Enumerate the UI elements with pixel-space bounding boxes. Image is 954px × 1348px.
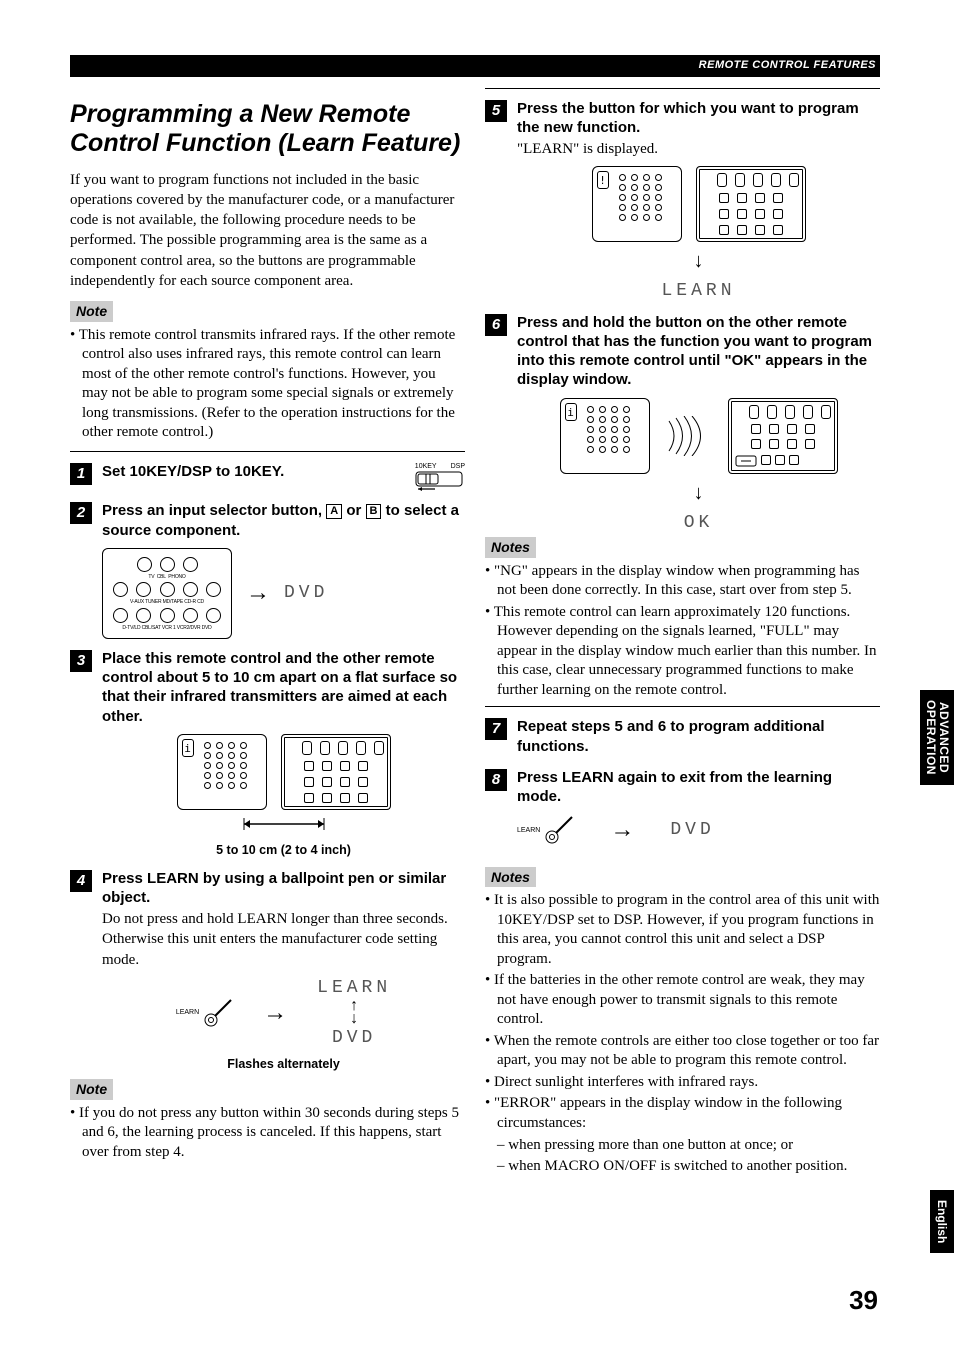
note-item: If you do not press any button within 30… — [70, 1104, 465, 1163]
step-badge: 3 — [70, 650, 92, 672]
step-badge: 5 — [485, 100, 507, 122]
step-heading: Set 10KEY/DSP to 10KEY. — [102, 462, 395, 481]
header-section-label: REMOTE CONTROL FEATURES — [699, 58, 876, 73]
learn-button-icon: LEARN — [517, 815, 574, 845]
switch-label-right: DSP — [451, 462, 465, 471]
step-badge: 1 — [70, 463, 92, 485]
display-panel-icon — [281, 734, 391, 810]
lcd-display: DVD — [670, 818, 714, 842]
step-2: 2 Press an input selector button, A or B… — [70, 501, 465, 541]
distance-arrow-icon — [194, 816, 374, 832]
step-5-lcd: LEARN — [517, 248, 880, 303]
step-6-lcd: OK — [517, 480, 880, 535]
note-item: When the remote controls are either too … — [485, 1032, 880, 1071]
lcd-display: DVD — [317, 1026, 391, 1050]
note-item: This remote control can learn approximat… — [485, 603, 880, 701]
notes-list: It is also possible to program in the co… — [485, 891, 880, 1133]
side-tab-advanced: ADVANCED OPERATION — [920, 690, 954, 785]
step-6-figure: i — [517, 398, 880, 474]
lcd-display: DVD — [284, 581, 328, 605]
step-body: "LEARN" is displayed. — [517, 139, 880, 159]
step-heading: Press LEARN again to exit from the learn… — [517, 768, 880, 806]
distance-caption: 5 to 10 cm (2 to 4 inch) — [102, 842, 465, 859]
step-heading: Press the button for which you want to p… — [517, 99, 880, 137]
section-title: Programming a New Remote Control Functio… — [70, 100, 465, 158]
note-item: This remote control transmits infrared r… — [70, 326, 465, 443]
display-panel-icon — [728, 398, 838, 474]
ir-waves-icon — [664, 416, 714, 456]
step-heading: Press LEARN by using a ballpoint pen or … — [102, 869, 465, 907]
left-column: Programming a New Remote Control Functio… — [70, 88, 465, 1164]
arrow-down-icon — [694, 248, 704, 275]
lcd-display: LEARN — [661, 279, 735, 303]
arrow-updown-icon: ↑↓ — [317, 1000, 391, 1026]
display-panel-icon — [696, 166, 806, 242]
note-item: It is also possible to program in the co… — [485, 891, 880, 969]
arrow-right-icon — [263, 997, 287, 1029]
step-6: 6 Press and hold the button on the other… — [485, 313, 880, 392]
note-item: If the batteries in the other remote con… — [485, 971, 880, 1030]
key-a: A — [326, 504, 342, 519]
side-tab-english: English — [930, 1190, 954, 1253]
arrow-right-icon — [246, 577, 270, 609]
step-heading: Press an input selector button, A or B t… — [102, 501, 465, 539]
step-badge: 7 — [485, 718, 507, 740]
step-5: 5 Press the button for which you want to… — [485, 99, 880, 160]
arrow-right-icon — [610, 814, 634, 846]
remote-a-icon: ! — [592, 166, 682, 242]
note-item: Direct sunlight interferes with infrared… — [485, 1073, 880, 1093]
step-4-figure: LEARN LEARN ↑↓ DVD — [102, 976, 465, 1050]
step-3: 3 Place this remote control and the othe… — [70, 649, 465, 728]
step-5-figure: ! — [517, 166, 880, 242]
step-heading: Place this remote control and the other … — [102, 649, 465, 726]
note-list: If you do not press any button within 30… — [70, 1104, 465, 1163]
page-number: 39 — [849, 1283, 878, 1318]
intro-paragraph: If you want to program functions not inc… — [70, 170, 465, 292]
notes-list: "NG" appears in the display window when … — [485, 562, 880, 701]
note-label: Note — [70, 1079, 113, 1100]
step-4: 4 Press LEARN by using a ballpoint pen o… — [70, 869, 465, 970]
step-badge: 4 — [70, 870, 92, 892]
note-list: This remote control transmits infrared r… — [70, 326, 465, 443]
step-badge: 6 — [485, 314, 507, 336]
step-3-figure: i — [102, 734, 465, 810]
step-body: Do not press and hold LEARN longer than … — [102, 909, 465, 970]
note-item: "NG" appears in the display window when … — [485, 562, 880, 601]
step-7: 7 Repeat steps 5 and 6 to program additi… — [485, 717, 880, 757]
step-heading: Press and hold the button on the other r… — [517, 313, 880, 390]
step-1: 1 Set 10KEY/DSP to 10KEY. 10KEY DSP — [70, 462, 465, 491]
arrow-down-icon — [694, 480, 704, 507]
switch-icon — [415, 471, 463, 491]
step-8-figure: LEARN DVD — [517, 814, 880, 846]
step-badge: 2 — [70, 502, 92, 524]
step-8: 8 Press LEARN again to exit from the lea… — [485, 768, 880, 808]
note-label: Note — [70, 301, 113, 322]
learn-button-icon: LEARN — [176, 998, 233, 1028]
right-column: 5 Press the button for which you want to… — [485, 88, 880, 1176]
notes-label: Notes — [485, 537, 536, 558]
switch-label-left: 10KEY — [415, 462, 437, 471]
note-subitem: – when MACRO ON/OFF is switched to anoth… — [485, 1156, 880, 1176]
key-b: B — [366, 504, 382, 519]
step-heading: Repeat steps 5 and 6 to program addition… — [517, 717, 880, 755]
remote-a-icon: i — [560, 398, 650, 474]
step-2-figure: TV CBL PHONO V-AUX TUNER MD/TAPE CD-R CD… — [102, 548, 465, 639]
lcd-display: OK — [684, 511, 714, 535]
remote-a-icon: i — [177, 734, 267, 810]
flash-caption: Flashes alternately — [102, 1056, 465, 1073]
step-badge: 8 — [485, 769, 507, 791]
note-subitem: – when pressing more than one button at … — [485, 1135, 880, 1155]
input-selector-grid: TV CBL PHONO V-AUX TUNER MD/TAPE CD-R CD… — [102, 548, 232, 639]
notes-label: Notes — [485, 867, 536, 888]
note-item: "ERROR" appears in the display window in… — [485, 1094, 880, 1133]
